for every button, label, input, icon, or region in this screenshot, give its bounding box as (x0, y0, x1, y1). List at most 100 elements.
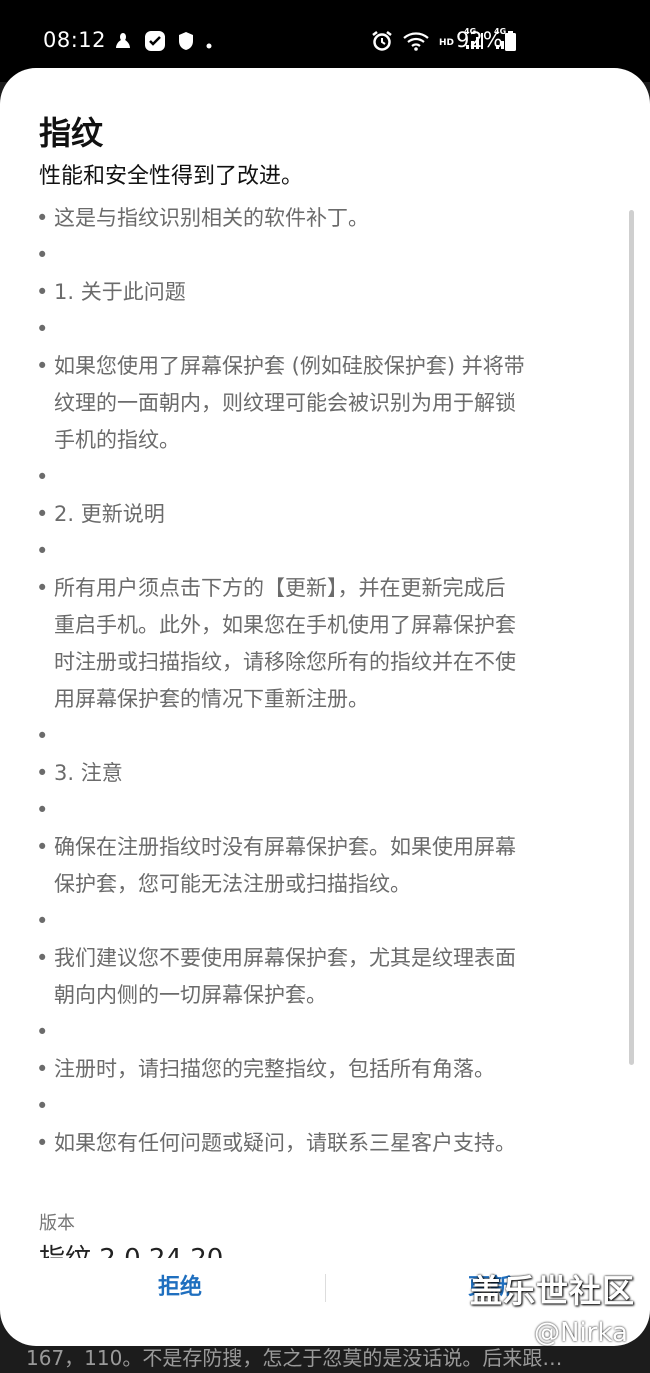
watermark-author: @Nirka (534, 1318, 628, 1348)
reject-button[interactable]: 拒绝 (110, 1258, 250, 1318)
content-text (54, 459, 614, 496)
content-text: 朝向内侧的一切屏幕保护套。 (54, 983, 327, 1007)
content-line: • 3. 注意 (36, 755, 614, 792)
content-text: 确保在注册指纹时没有屏幕保护套。如果使用屏幕 (54, 835, 516, 859)
content-line: • 这是与指纹识别相关的软件补丁。 (36, 200, 614, 237)
content-line: 用屏幕保护套的情况下重新注册。 (36, 681, 614, 718)
content-text (54, 792, 614, 829)
bullet (36, 681, 54, 718)
content-line: • 如果您使用了屏幕保护套 (例如硅胶保护套) 并将带 (36, 348, 614, 385)
content-text: 所有用户须点击下方的【更新】，并在更新完成后 (54, 576, 506, 600)
content-line: • 如果您有任何问题或疑问，请联系三星客户支持。 (36, 1125, 614, 1162)
version-label: 版本 (39, 1213, 75, 1234)
content-text: 手机的指纹。 (54, 428, 180, 452)
bullet: • (36, 909, 49, 933)
shield-icon (178, 31, 194, 55)
bullet: • (36, 539, 49, 563)
background-text: 167，110。不是存防搜，怎之于忽莫的是没话说。后来跟… (26, 1346, 563, 1370)
content-line: • 确保在注册指纹时没有屏幕保护套。如果使用屏幕 (36, 829, 614, 866)
button-divider (325, 1274, 326, 1302)
content-line: • 1. 关于此问题 (36, 274, 614, 311)
content-text: 纹理的一面朝内，则纹理可能会被识别为用于解锁 (54, 391, 516, 415)
content-text: 保护套，您可能无法注册或扫描指纹。 (54, 872, 411, 896)
content-text: 用屏幕保护套的情况下重新注册。 (54, 687, 369, 711)
bullet: • (36, 1131, 49, 1155)
update-dialog: 指纹 性能和安全性得到了改进。 • 这是与指纹识别相关的软件补丁。 • • 1. 关于… (0, 68, 650, 1346)
content-text: 2. 更新说明 (54, 502, 165, 526)
bullet (36, 866, 54, 903)
content-line: • (36, 718, 614, 755)
content-line: • 注册时，请扫描您的完整指纹，包括所有角落。 (36, 1051, 614, 1088)
bullet (36, 977, 54, 1014)
content-line: • (36, 533, 614, 570)
notification-app-icon (114, 31, 132, 55)
content-text: 重启手机。此外，如果您在手机使用了屏幕保护套 (54, 613, 516, 637)
bullet: • (36, 1094, 49, 1118)
bullet: • (36, 576, 49, 600)
bullet: • (36, 206, 49, 230)
content-line: • (36, 1088, 614, 1125)
content-line: 手机的指纹。 (36, 422, 614, 459)
bullet: • (36, 502, 49, 526)
content-text: 如果您有任何问题或疑问，请联系三星客户支持。 (54, 1131, 516, 1155)
content-text: 3. 注意 (54, 761, 123, 785)
content-text: 时注册或扫描指纹，请移除您所有的指纹并在不使 (54, 650, 516, 674)
content-line: • (36, 237, 614, 274)
wifi-icon (403, 31, 429, 55)
bullet: • (36, 354, 49, 378)
content-line: • (36, 792, 614, 829)
content-text: 如果您使用了屏幕保护套 (例如硅胶保护套) 并将带 (54, 354, 525, 378)
content-line: • 所有用户须点击下方的【更新】，并在更新完成后 (36, 570, 614, 607)
battery-icon (505, 31, 516, 51)
content-text (54, 718, 614, 755)
bullet: • (36, 835, 49, 859)
content-text: 这是与指纹识别相关的软件补丁。 (54, 206, 369, 230)
bullet (36, 644, 54, 681)
bullet: • (36, 243, 49, 267)
content-text (54, 1088, 614, 1125)
alarm-icon (371, 30, 393, 56)
dialog-title: 指纹 (39, 114, 104, 152)
content-line: • (36, 311, 614, 348)
content-line: 纹理的一面朝内，则纹理可能会被识别为用于解锁 (36, 385, 614, 422)
bullet: • (36, 1057, 49, 1081)
scrollbar[interactable] (629, 210, 634, 1065)
content-text: 注册时，请扫描您的完整指纹，包括所有角落。 (54, 1057, 495, 1081)
content-text: 我们建议您不要使用屏幕保护套，尤其是纹理表面 (54, 946, 516, 970)
content-line: • (36, 459, 614, 496)
content-text (54, 311, 614, 348)
content-line: 保护套，您可能无法注册或扫描指纹。 (36, 866, 614, 903)
content-text (54, 237, 614, 274)
content-text (54, 1014, 614, 1051)
hd-label: HD (438, 38, 454, 48)
content-line: • 我们建议您不要使用屏幕保护套，尤其是纹理表面 (36, 940, 614, 977)
content-line: 时注册或扫描指纹，请移除您所有的指纹并在不使 (36, 644, 614, 681)
content-line: • (36, 903, 614, 940)
bullet: • (36, 465, 49, 489)
content-line: • 2. 更新说明 (36, 496, 614, 533)
status-time: 08:12 (43, 28, 107, 52)
check-badge-icon (144, 30, 166, 56)
bullet: • (36, 946, 49, 970)
bullet: • (36, 317, 49, 341)
dot-icon (206, 34, 212, 53)
bullet: • (36, 724, 49, 748)
bullet: • (36, 280, 49, 304)
bullet: • (36, 798, 49, 822)
content-line: 朝向内侧的一切屏幕保护套。 (36, 977, 614, 1014)
version-value: 指纹 2.0.24.20 (39, 1238, 223, 1258)
bullet: • (36, 1020, 49, 1044)
dialog-subtitle: 性能和安全性得到了改进。 (39, 164, 304, 189)
bullet (36, 385, 54, 422)
content-text: 1. 关于此问题 (54, 280, 186, 304)
release-notes[interactable]: • 这是与指纹识别相关的软件补丁。 • • 1. 关于此问题 • • 如果您使用了屏幕保护… (36, 200, 614, 1250)
watermark-title: 盖乐世社区 (470, 1272, 636, 1310)
content-text (54, 533, 614, 570)
content-line: • (36, 1014, 614, 1051)
battery-percent: 92% (456, 28, 503, 52)
bullet: • (36, 761, 49, 785)
bullet (36, 607, 54, 644)
bullet (36, 422, 54, 459)
content-line: 重启手机。此外，如果您在手机使用了屏幕保护套 (36, 607, 614, 644)
content-text (54, 903, 614, 940)
